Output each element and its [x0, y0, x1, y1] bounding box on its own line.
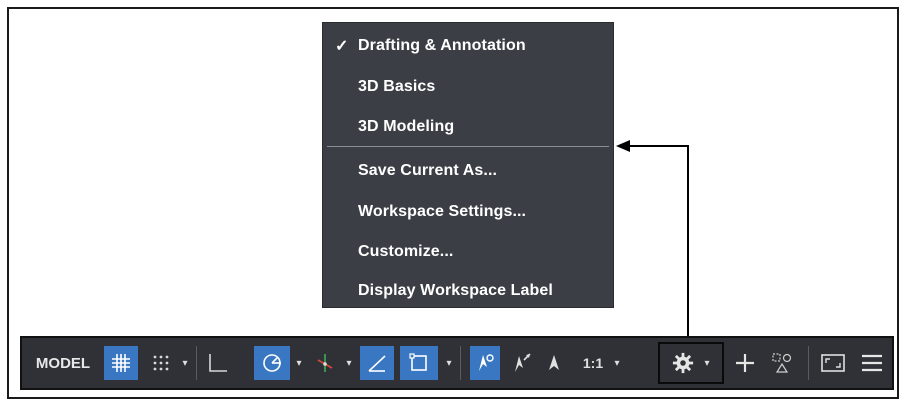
- plus-icon: [736, 354, 754, 372]
- hamburger-menu-icon: [862, 354, 882, 372]
- add-button[interactable]: [730, 346, 760, 380]
- selection-cycling-button[interactable]: [400, 346, 438, 380]
- clean-screen-icon: [821, 354, 845, 372]
- annotation-scale-dropdown[interactable]: ▾: [610, 346, 624, 380]
- annotation-visibility-button[interactable]: [470, 346, 500, 380]
- workspace-switching-button[interactable]: ▾: [658, 342, 724, 384]
- object-snap-tracking-icon: [317, 354, 333, 372]
- customization-menu-button[interactable]: [856, 346, 888, 380]
- dynamic-ucs-icon: [368, 355, 386, 372]
- status-bar: MODEL ▾ ▾ ▾ ▾ 1:1 ▾ ▾: [20, 336, 894, 390]
- toolbar-separator: [460, 346, 461, 380]
- snap-mode-dropdown[interactable]: ▾: [178, 346, 192, 380]
- annotation-scale-button[interactable]: [540, 346, 568, 380]
- toolbar-separator: [808, 346, 809, 380]
- selection-cycling-dropdown[interactable]: ▾: [442, 346, 456, 380]
- gear-icon: [673, 352, 694, 374]
- isolate-objects-button[interactable]: [766, 346, 798, 380]
- selection-cycling-icon: [409, 353, 427, 371]
- model-space-button[interactable]: MODEL: [30, 346, 96, 380]
- polar-tracking-icon: [263, 354, 281, 372]
- ortho-icon: [209, 354, 227, 372]
- ortho-mode-button[interactable]: [202, 346, 234, 380]
- isolate-objects-icon: [772, 353, 792, 373]
- annotation-visibility-icon: [479, 354, 494, 371]
- auto-scale-button[interactable]: [506, 346, 536, 380]
- snap-mode-button[interactable]: [146, 346, 176, 380]
- polar-tracking-button[interactable]: [254, 346, 290, 380]
- annotation-scale-value[interactable]: 1:1: [574, 346, 612, 380]
- annotation-scale-icon: [549, 355, 559, 370]
- dynamic-ucs-button[interactable]: [360, 346, 394, 380]
- polar-tracking-dropdown[interactable]: ▾: [292, 346, 306, 380]
- snap-mode-icon: [153, 355, 169, 371]
- grid-button[interactable]: [104, 346, 138, 380]
- grid-icon: [112, 354, 130, 372]
- chevron-down-icon: ▾: [704, 357, 710, 369]
- object-snap-tracking-dropdown[interactable]: ▾: [342, 346, 356, 380]
- toolbar-separator: [196, 346, 197, 380]
- object-snap-tracking-button[interactable]: [310, 346, 340, 380]
- auto-scale-icon: [515, 353, 531, 372]
- clean-screen-button[interactable]: [816, 346, 850, 380]
